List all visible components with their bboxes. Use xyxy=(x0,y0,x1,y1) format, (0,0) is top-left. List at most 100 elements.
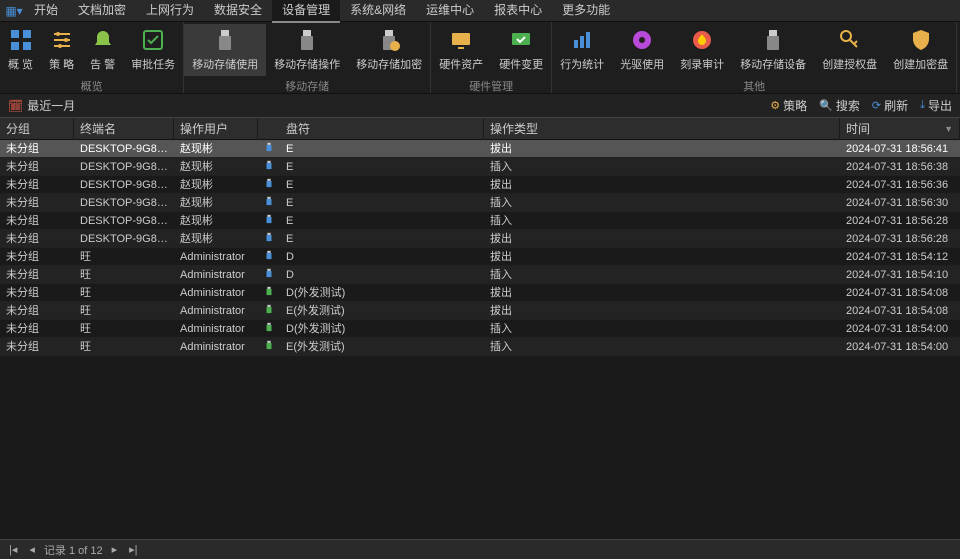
cell-user: Administrator xyxy=(174,248,258,266)
table-row[interactable]: 未分组DESKTOP-9G8NA80赵现彬E插入2024-07-31 18:56… xyxy=(0,212,960,230)
sort-desc-icon: ▼ xyxy=(944,118,953,140)
cell-drive: D(外发测试) xyxy=(280,284,484,302)
bell-icon xyxy=(91,28,115,52)
cell-user: Administrator xyxy=(174,320,258,338)
pager-prev[interactable]: ◂ xyxy=(26,543,38,556)
burn-icon xyxy=(690,28,714,52)
ribbon-btn-label: 行为统计 xyxy=(560,56,604,72)
ribbon-btn-label: 告 警 xyxy=(90,56,115,72)
ribbon-btn-burn-2[interactable]: 刻录审计 xyxy=(672,24,732,76)
cell-drive: D xyxy=(280,266,484,284)
cell-icon xyxy=(258,176,280,194)
ribbon-btn-usb-lock-2[interactable]: 移动存储加密 xyxy=(348,24,430,76)
table-row[interactable]: 未分组旺AdministratorD(外发测试)拔出2024-07-31 18:… xyxy=(0,284,960,302)
table-row[interactable]: 未分组DESKTOP-9G8NA80赵现彬E拔出2024-07-31 18:56… xyxy=(0,176,960,194)
ribbon-btn-stats-0[interactable]: 行为统计 xyxy=(552,24,612,76)
record-indicator: 记录 1 of 12 xyxy=(44,542,103,558)
cell-group: 未分组 xyxy=(0,248,74,266)
cell-terminal: DESKTOP-9G8NA80 xyxy=(74,158,174,176)
strategy-button[interactable]: ⚙ 策略 xyxy=(770,97,807,114)
ribbon: 概 览策 略告 警审批任务概览移动存储使用移动存储操作移动存储加密移动存储硬件资… xyxy=(0,22,960,94)
ribbon-btn-usb-1[interactable]: 移动存储操作 xyxy=(266,24,348,76)
table-row[interactable]: 未分组DESKTOP-9G8NA80赵现彬E拔出2024-07-31 18:56… xyxy=(0,140,960,158)
cell-drive: E xyxy=(280,194,484,212)
column-header-optype[interactable]: 操作类型 xyxy=(484,118,840,140)
ribbon-group-label: 其他 xyxy=(552,76,956,96)
table-row[interactable]: 未分组旺AdministratorD(外发测试)插入2024-07-31 18:… xyxy=(0,320,960,338)
column-header-terminal[interactable]: 终端名 xyxy=(74,118,174,140)
column-header-user[interactable]: 操作用户 xyxy=(174,118,258,140)
cell-drive: D(外发测试) xyxy=(280,320,484,338)
cell-icon xyxy=(258,140,280,158)
column-header-time[interactable]: 时间▼ xyxy=(840,118,960,140)
cell-time: 2024-07-31 18:56:38 xyxy=(840,158,960,176)
cell-time: 2024-07-31 18:56:28 xyxy=(840,212,960,230)
cell-icon xyxy=(258,284,280,302)
check-icon xyxy=(141,28,165,52)
ribbon-group-label: 概览 xyxy=(0,76,183,96)
ribbon-btn-check-3[interactable]: 审批任务 xyxy=(123,24,183,76)
ribbon-btn-label: 刻录审计 xyxy=(680,56,724,72)
ribbon-btn-change-1[interactable]: 硬件变更 xyxy=(491,24,551,76)
asset-icon xyxy=(449,28,473,52)
cell-terminal: DESKTOP-9G8NA80 xyxy=(74,176,174,194)
cell-group: 未分组 xyxy=(0,140,74,158)
ribbon-btn-label: 移动存储加密 xyxy=(356,56,422,72)
ribbon-btn-dashboard-0[interactable]: 概 览 xyxy=(0,24,41,76)
menu-item-4[interactable]: 设备管理 xyxy=(272,0,340,23)
menu-item-0[interactable]: 开始 xyxy=(24,0,68,23)
menu-item-1[interactable]: 文档加密 xyxy=(68,0,136,23)
ribbon-btn-sliders-1[interactable]: 策 略 xyxy=(41,24,82,76)
ribbon-btn-asset-0[interactable]: 硬件资产 xyxy=(431,24,491,76)
ribbon-btn-usb-0[interactable]: 移动存储使用 xyxy=(184,24,266,76)
table-row[interactable]: 未分组DESKTOP-9G8NA80赵现彬E插入2024-07-31 18:56… xyxy=(0,194,960,212)
pager-last[interactable]: ▸| xyxy=(126,543,140,556)
menu-item-2[interactable]: 上网行为 xyxy=(136,0,204,23)
table-row[interactable]: 未分组DESKTOP-9G8NA80赵现彬E插入2024-07-31 18:56… xyxy=(0,158,960,176)
pager-first[interactable]: |◂ xyxy=(6,543,20,556)
cell-terminal: 旺 xyxy=(74,338,174,356)
ribbon-btn-key-4[interactable]: 创建授权盘 xyxy=(814,24,885,76)
refresh-button[interactable]: ⟳ 刷新 xyxy=(872,97,908,114)
ribbon-btn-bell-2[interactable]: 告 警 xyxy=(82,24,123,76)
cell-group: 未分组 xyxy=(0,284,74,302)
cell-optype: 插入 xyxy=(484,194,840,212)
menu-item-6[interactable]: 运维中心 xyxy=(416,0,484,23)
menu-item-7[interactable]: 报表中心 xyxy=(484,0,552,23)
sliders-icon xyxy=(50,28,74,52)
column-header-group[interactable]: 分组 xyxy=(0,118,74,140)
ribbon-btn-label: 硬件资产 xyxy=(439,56,483,72)
cell-icon xyxy=(258,320,280,338)
menu-item-5[interactable]: 系统&网络 xyxy=(340,0,416,23)
app-menu-icon[interactable]: ▦▾ xyxy=(4,4,24,18)
export-button[interactable]: ⤓ 导出 xyxy=(920,97,952,114)
column-header-drive[interactable]: 盘符 xyxy=(280,118,484,140)
table-row[interactable]: 未分组旺AdministratorD拔出2024-07-31 18:54:12 xyxy=(0,248,960,266)
cell-time: 2024-07-31 18:56:41 xyxy=(840,140,960,158)
ribbon-btn-shield-5[interactable]: 创建加密盘 xyxy=(885,24,956,76)
ribbon-btn-disc-1[interactable]: 光驱使用 xyxy=(612,24,672,76)
table-row[interactable]: 未分组旺AdministratorD插入2024-07-31 18:54:10 xyxy=(0,266,960,284)
ribbon-btn-usb-3[interactable]: 移动存储设备 xyxy=(732,24,814,76)
recent-filter[interactable]: 最近一月 xyxy=(27,97,75,114)
pager-next[interactable]: ▸ xyxy=(109,543,121,556)
table-body: 未分组DESKTOP-9G8NA80赵现彬E拔出2024-07-31 18:56… xyxy=(0,140,960,356)
cell-user: 赵现彬 xyxy=(174,176,258,194)
cell-drive: E xyxy=(280,176,484,194)
menu-item-3[interactable]: 数据安全 xyxy=(204,0,272,23)
ribbon-group-2: 硬件资产硬件变更硬件管理 xyxy=(431,22,552,93)
dashboard-icon xyxy=(9,28,33,52)
menu-item-8[interactable]: 更多功能 xyxy=(552,0,620,23)
usb-icon xyxy=(213,28,237,52)
cell-group: 未分组 xyxy=(0,266,74,284)
search-button[interactable]: 🔍 搜索 xyxy=(819,97,860,114)
ribbon-btn-label: 概 览 xyxy=(8,56,33,72)
table-row[interactable]: 未分组DESKTOP-9G8NA80赵现彬E拔出2024-07-31 18:56… xyxy=(0,230,960,248)
usb-lock-icon xyxy=(377,28,401,52)
menubar: ▦▾ 开始文档加密上网行为数据安全设备管理系统&网络运维中心报表中心更多功能 xyxy=(0,0,960,22)
cell-time: 2024-07-31 18:54:10 xyxy=(840,266,960,284)
change-icon xyxy=(509,28,533,52)
cell-terminal: 旺 xyxy=(74,302,174,320)
table-row[interactable]: 未分组旺AdministratorE(外发测试)插入2024-07-31 18:… xyxy=(0,338,960,356)
table-row[interactable]: 未分组旺AdministratorE(外发测试)拔出2024-07-31 18:… xyxy=(0,302,960,320)
